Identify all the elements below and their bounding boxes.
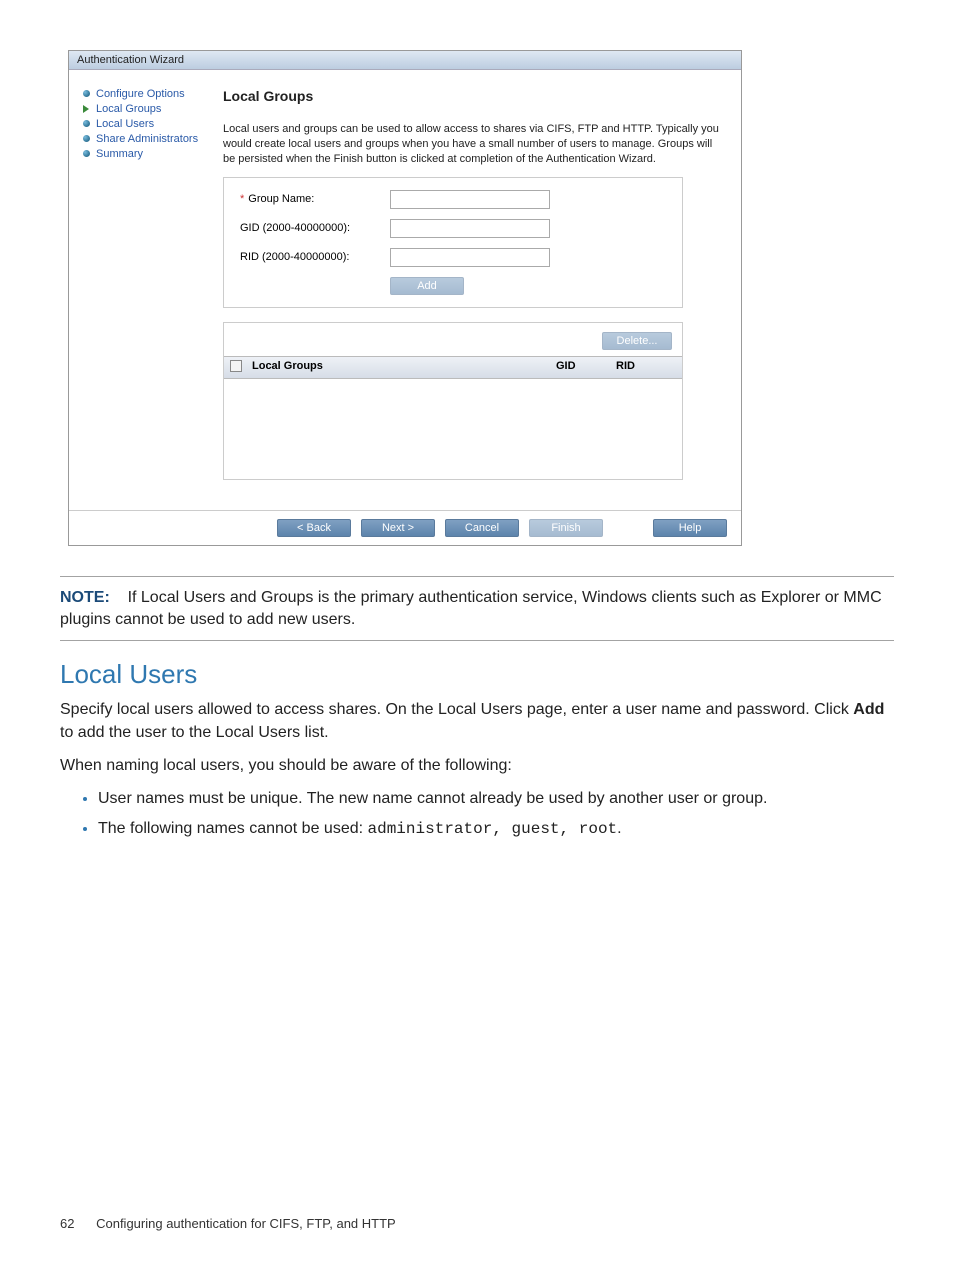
section-heading-local-users: Local Users [60, 659, 894, 690]
footer-chapter: Configuring authentication for CIFS, FTP… [96, 1216, 396, 1231]
list-item: User names must be unique. The new name … [98, 787, 894, 811]
sidebar-item-configure-options[interactable]: Configure Options [83, 88, 215, 100]
gid-label: GID (2000-40000000): [240, 222, 390, 234]
window-title: Authentication Wizard [69, 51, 741, 70]
step-icon [83, 90, 91, 98]
sidebar-item-summary[interactable]: Summary [83, 148, 215, 160]
sidebar-item-label: Configure Options [96, 88, 185, 100]
step-icon [83, 135, 91, 143]
gid-input[interactable] [390, 219, 550, 238]
sidebar-item-label: Share Administrators [96, 133, 198, 145]
document-body: NOTE: If Local Users and Groups is the p… [60, 576, 894, 841]
col-rid: RID [616, 360, 676, 375]
wizard-sidebar: Configure Options Local Groups Local Use… [69, 70, 219, 510]
wizard-footer: < Back Next > Cancel Finish Help [69, 510, 741, 545]
cancel-button[interactable]: Cancel [445, 519, 519, 537]
group-name-label: *Group Name: [240, 193, 390, 205]
auth-wizard-window: Authentication Wizard Configure Options … [68, 50, 742, 546]
page-number: 62 [60, 1216, 74, 1231]
intro-text: Local users and groups can be used to al… [223, 122, 723, 167]
note-block: NOTE: If Local Users and Groups is the p… [60, 587, 894, 632]
col-gid: GID [556, 360, 616, 375]
table-body-empty [224, 379, 682, 479]
bullet-list: User names must be unique. The new name … [60, 787, 894, 841]
sidebar-item-local-users[interactable]: Local Users [83, 118, 215, 130]
current-step-arrow-icon [83, 105, 91, 113]
table-header: Local Groups GID RID [224, 356, 682, 379]
rid-input[interactable] [390, 248, 550, 267]
paragraph: When naming local users, you should be a… [60, 754, 894, 777]
select-all-checkbox[interactable] [230, 360, 252, 375]
page-heading: Local Groups [223, 88, 723, 104]
page-footer: 62 Configuring authentication for CIFS, … [60, 1216, 396, 1231]
delete-button[interactable]: Delete... [602, 332, 672, 350]
rid-label: RID (2000-40000000): [240, 251, 390, 263]
sidebar-item-label: Local Users [96, 118, 154, 130]
back-button[interactable]: < Back [277, 519, 351, 537]
finish-button[interactable]: Finish [529, 519, 603, 537]
group-name-input[interactable] [390, 190, 550, 209]
note-text: If Local Users and Groups is the primary… [60, 589, 882, 628]
note-label: NOTE: [60, 589, 110, 606]
group-form: *Group Name: GID (2000-40000000): RID (2… [223, 177, 683, 308]
step-icon [83, 150, 91, 158]
sidebar-item-label: Local Groups [96, 103, 161, 115]
step-icon [83, 120, 91, 128]
sidebar-item-label: Summary [96, 148, 143, 160]
help-button[interactable]: Help [653, 519, 727, 537]
add-button[interactable]: Add [390, 277, 464, 295]
col-groups: Local Groups [252, 360, 556, 375]
next-button[interactable]: Next > [361, 519, 435, 537]
sidebar-item-local-groups[interactable]: Local Groups [83, 103, 215, 115]
wizard-main: Local Groups Local users and groups can … [219, 70, 741, 510]
sidebar-item-share-administrators[interactable]: Share Administrators [83, 133, 215, 145]
paragraph: Specify local users allowed to access sh… [60, 698, 894, 744]
list-item: The following names cannot be used: admi… [98, 817, 894, 841]
local-groups-table: Delete... Local Groups GID RID [223, 322, 683, 480]
